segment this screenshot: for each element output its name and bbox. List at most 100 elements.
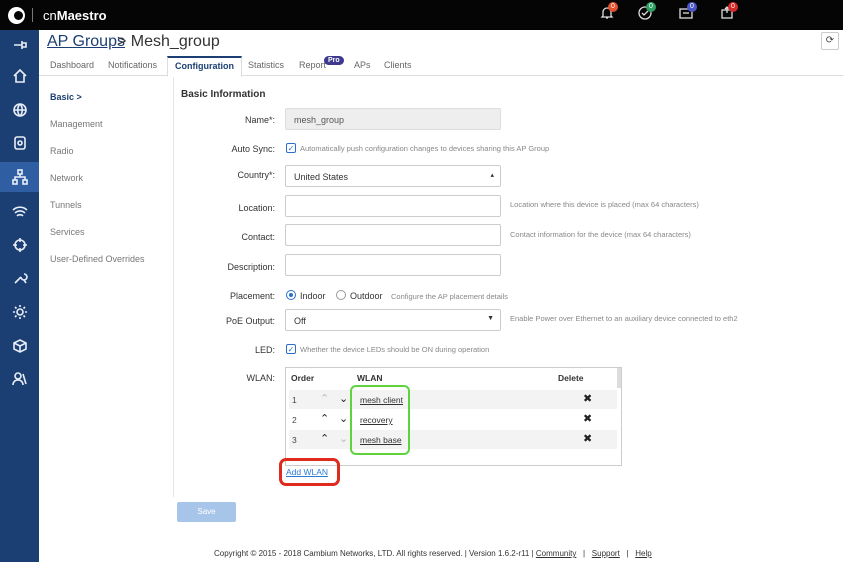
updates-badge: 0: [728, 2, 738, 12]
main-sidebar: [0, 30, 39, 562]
tab-statistics[interactable]: Statistics: [248, 60, 284, 70]
footer-copyright: Copyright © 2015 - 2018 Cambium Networks…: [214, 549, 534, 558]
tools-icon[interactable]: [0, 263, 39, 293]
move-up-icon[interactable]: ⌃: [320, 412, 329, 425]
location-input[interactable]: [285, 195, 501, 217]
delete-icon[interactable]: ✖: [583, 392, 592, 405]
tab-configuration[interactable]: Configuration: [167, 56, 242, 77]
pro-badge: Pro: [324, 56, 344, 65]
poe-output-value: Off: [294, 316, 306, 326]
notifications-badge: 0: [608, 2, 618, 12]
move-down-icon: ⌄: [339, 433, 349, 445]
cambium-logo-icon: [8, 7, 25, 24]
tab-bar: Dashboard Notifications Configuration St…: [39, 56, 843, 77]
devices-icon[interactable]: 0: [677, 2, 697, 24]
tab-notifications[interactable]: Notifications: [108, 60, 157, 70]
basic-information-form: Basic Information Name*: mesh_group Auto…: [175, 77, 843, 497]
footer-support-link[interactable]: Support: [592, 549, 620, 558]
location-label: Location:: [238, 203, 275, 213]
chevron-down-icon: ▼: [487, 315, 494, 322]
nav-management[interactable]: Management: [50, 119, 103, 129]
nav-user-defined-overrides[interactable]: User-Defined Overrides: [50, 254, 145, 264]
name-field: mesh_group: [285, 108, 501, 130]
footer-help-link[interactable]: Help: [635, 549, 651, 558]
wlan-order: 1: [292, 395, 297, 405]
table-row: 2 ⌃ ⌄ recovery ✖: [289, 410, 617, 429]
footer-community-link[interactable]: Community: [536, 549, 576, 558]
wlan-table-scrollbar[interactable]: [617, 368, 621, 388]
refresh-button[interactable]: ⟳: [821, 32, 839, 50]
settings-gear-icon[interactable]: [0, 297, 39, 327]
move-down-icon[interactable]: ⌄: [339, 412, 348, 425]
select-arrows-icon: ▴: [490, 172, 494, 179]
table-row: 1 ⌃ ⌄ mesh client ✖: [289, 390, 617, 409]
save-button[interactable]: Save: [177, 502, 236, 522]
footer: Copyright © 2015 - 2018 Cambium Networks…: [214, 549, 652, 558]
logo-divider: [32, 8, 33, 22]
placement-outdoor-radio[interactable]: [336, 290, 346, 300]
footer-separator: |: [583, 549, 586, 558]
wlan-header-delete: Delete: [558, 373, 584, 383]
wifi-icon[interactable]: [0, 197, 39, 227]
placement-indoor-radio[interactable]: [286, 290, 296, 300]
move-up-icon: ⌃: [320, 393, 330, 405]
auto-sync-hint: Automatically push configuration changes…: [300, 144, 550, 153]
wlan-order: 2: [292, 415, 297, 425]
auto-sync-checkbox[interactable]: ✓: [286, 143, 296, 153]
country-value: United States: [294, 172, 349, 182]
contact-input[interactable]: [285, 224, 501, 246]
users-icon[interactable]: [0, 364, 39, 394]
page-header: AP Groups > Mesh_group ⟳: [39, 30, 843, 57]
poe-output-select[interactable]: Off ▼: [285, 309, 501, 331]
alarms-badge: 0: [646, 2, 656, 12]
led-hint: Whether the device LEDs should be ON dur…: [300, 345, 490, 354]
updates-icon[interactable]: 0: [718, 2, 738, 24]
tab-report[interactable]: Report: [299, 60, 326, 70]
nav-radio[interactable]: Radio: [50, 146, 74, 156]
tab-aps[interactable]: APs: [354, 60, 371, 70]
nav-network[interactable]: Network: [50, 173, 83, 183]
description-input[interactable]: [285, 254, 501, 276]
alarms-check-icon[interactable]: 0: [636, 2, 656, 24]
nav-basic[interactable]: Basic >: [50, 92, 82, 102]
poe-output-hint: Enable Power over Ethernet to an auxilia…: [510, 314, 738, 323]
move-up-icon[interactable]: ⌃: [320, 432, 329, 445]
packages-icon[interactable]: [0, 331, 39, 361]
crosshair-icon[interactable]: [0, 230, 39, 260]
delete-icon[interactable]: ✖: [583, 432, 592, 445]
nav-tunnels[interactable]: Tunnels: [50, 200, 82, 210]
refresh-icon: ⟳: [825, 35, 835, 46]
tab-clients[interactable]: Clients: [384, 60, 412, 70]
delete-icon[interactable]: ✖: [583, 412, 592, 425]
auto-sync-label: Auto Sync:: [231, 144, 275, 154]
devices-badge: 0: [687, 2, 697, 12]
device-icon[interactable]: [0, 128, 39, 158]
app-brand: cnMaestro: [43, 8, 107, 23]
section-title: Basic Information: [181, 89, 266, 100]
wlan-names-highlight: [350, 385, 410, 455]
nav-services[interactable]: Services: [50, 227, 85, 237]
placement-outdoor-label: Outdoor: [350, 291, 383, 301]
top-bar: cnMaestro 0 0 0 0: [0, 0, 843, 30]
country-select[interactable]: United States ▴: [285, 165, 501, 187]
wlan-header-wlan: WLAN: [357, 373, 383, 383]
notifications-bell-icon[interactable]: 0: [598, 2, 618, 24]
name-label: Name*:: [244, 115, 275, 125]
breadcrumb-ap-groups-link[interactable]: AP Groups: [47, 33, 125, 51]
contact-hint: Contact information for the device (max …: [510, 230, 691, 239]
table-row: 3 ⌃ ⌄ mesh base ✖: [289, 430, 617, 449]
poe-output-label: PoE Output:: [225, 316, 275, 326]
location-hint: Location where this device is placed (ma…: [510, 200, 699, 209]
network-groups-icon[interactable]: [0, 162, 39, 192]
home-icon[interactable]: [0, 61, 39, 91]
wlan-header-order: Order: [291, 373, 315, 383]
add-wlan-link[interactable]: Add WLAN: [286, 467, 328, 477]
footer-separator: |: [626, 549, 629, 558]
tab-dashboard[interactable]: Dashboard: [50, 60, 94, 70]
move-down-icon[interactable]: ⌄: [339, 392, 348, 405]
placement-label: Placement:: [229, 291, 275, 301]
globe-icon[interactable]: [0, 95, 39, 125]
led-checkbox[interactable]: ✓: [286, 344, 296, 354]
pin-sidebar-icon[interactable]: [0, 30, 39, 60]
country-label: Country*:: [237, 170, 275, 180]
